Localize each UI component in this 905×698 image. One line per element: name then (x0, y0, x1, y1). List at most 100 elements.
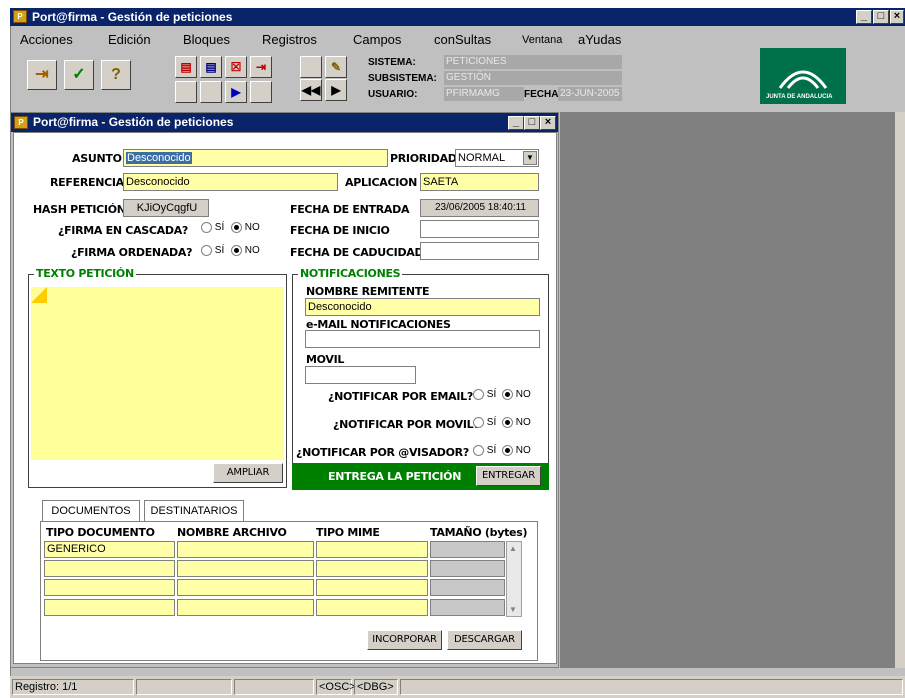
cascada-no-radio[interactable] (231, 222, 243, 233)
remitente-field[interactable]: Desconocido (305, 298, 540, 316)
notif-email-no-radio[interactable] (502, 389, 514, 400)
ordenada-si-label: SÍ (214, 245, 225, 257)
tab-documentos[interactable]: DOCUMENTOS (42, 500, 140, 522)
aplicacion-field[interactable]: SAETA (420, 173, 539, 191)
insert-record-icon[interactable]: ▤ (175, 56, 197, 78)
menu-edicion[interactable]: Edición (108, 32, 151, 47)
notif-email-si-radio[interactable] (473, 389, 484, 400)
window-title: Port@firma - Gestión de peticiones (32, 10, 233, 24)
ordenada-no-radio[interactable] (231, 245, 243, 256)
col-tamano: TAMAÑO (bytes) (430, 526, 528, 539)
ampliar-button[interactable]: AMPLIAR (213, 463, 283, 483)
menu-campos[interactable]: Campos (353, 32, 401, 47)
descargar-button[interactable]: DESCARGAR (447, 630, 522, 650)
close-button[interactable]: × (890, 10, 904, 24)
notif-movil-label: ¿NOTIFICAR POR MOVIL? (333, 418, 480, 431)
sistema-value: PETICIONES (444, 55, 622, 69)
app-icon[interactable]: P (13, 10, 27, 23)
prev-record-button[interactable] (200, 81, 222, 103)
entregar-button[interactable]: ENTREGAR (476, 466, 541, 486)
play-icon[interactable]: ▶ (225, 81, 247, 103)
next-block-icon[interactable]: ⇥ (250, 56, 272, 78)
table-cell[interactable]: GENERICO (44, 541, 175, 558)
table-cell[interactable] (316, 599, 428, 616)
menu-consultas[interactable]: conSultas (434, 32, 491, 47)
subsistema-value: GESTIÓN (444, 71, 622, 85)
forward-icon[interactable]: ▶ (325, 79, 347, 101)
notif-visador-radio-group: SÍ NO (473, 445, 531, 456)
rewind-icon[interactable]: ◀◀ (300, 79, 322, 101)
help-icon[interactable]: ? (101, 60, 131, 90)
texto-peticion-textarea[interactable] (31, 287, 284, 460)
movil-label: MOVIL (306, 353, 345, 366)
duplicate-record-icon[interactable]: ▤ (200, 56, 222, 78)
menu-ayudas[interactable]: aYudas (578, 32, 621, 47)
prioridad-select[interactable]: NORMAL ▼ (455, 149, 539, 167)
status-dbg: <DBG> (354, 679, 398, 695)
logo-text: JUNTA DE ANDALUCIA (766, 94, 833, 100)
movil-field[interactable] (305, 366, 416, 384)
accept-check-icon[interactable]: ✓ (64, 60, 94, 90)
fecha-caducidad-field[interactable] (420, 242, 539, 260)
blank-button[interactable] (300, 56, 322, 78)
menu-registros[interactable]: Registros (262, 32, 317, 47)
col-tipo-documento: TIPO DOCUMENTO (46, 526, 155, 539)
ordenada-si-radio[interactable] (201, 245, 212, 256)
inner-app-icon[interactable]: P (14, 116, 28, 129)
notif-movil-no-radio[interactable] (502, 417, 514, 428)
table-cell[interactable] (177, 541, 314, 558)
first-record-button[interactable] (175, 81, 197, 103)
junta-logo: JUNTA DE ANDALUCIA (760, 48, 846, 104)
edit-pencil-icon[interactable]: ✎ (325, 56, 347, 78)
inner-close-button[interactable]: × (540, 116, 556, 130)
menu-ventana[interactable]: Ventana (522, 34, 562, 46)
notif-movil-si-label: SÍ (486, 417, 497, 429)
table-cell[interactable] (177, 579, 314, 596)
inner-titlebar[interactable]: Port@firma - Gestión de peticiones (11, 113, 558, 132)
table-cell[interactable] (44, 599, 175, 616)
notif-visador-si-radio[interactable] (473, 445, 484, 456)
notif-movil-radio-group: SÍ NO (473, 417, 531, 428)
notif-visador-no-radio[interactable] (502, 445, 514, 456)
table-cell[interactable] (44, 560, 175, 577)
table-cell[interactable] (177, 599, 314, 616)
fecha-caducidad-label: FECHA DE CADUCIDAD (290, 246, 424, 259)
table-cell[interactable] (316, 560, 428, 577)
vertical-scrollbar[interactable] (895, 112, 905, 668)
minimize-button[interactable]: _ (856, 10, 872, 24)
inner-minimize-button[interactable]: _ (508, 116, 524, 130)
last-record-button[interactable] (250, 81, 272, 103)
subsistema-label: SUBSISTEMA: (368, 73, 437, 84)
table-cell[interactable] (44, 579, 175, 596)
cascada-label: ¿FIRMA EN CASCADA? (58, 224, 189, 237)
scroll-up-icon[interactable]: ▲ (509, 544, 517, 553)
incorporar-button[interactable]: INCORPORAR (367, 630, 442, 650)
ordenada-label: ¿FIRMA ORDENADA? (71, 246, 193, 259)
scroll-down-icon[interactable]: ▼ (509, 605, 517, 614)
asunto-field[interactable]: Desconocido (123, 149, 388, 167)
table-cell[interactable] (316, 541, 428, 558)
fecha-inicio-field[interactable] (420, 220, 539, 238)
notif-movil-si-radio[interactable] (473, 417, 484, 428)
referencia-field[interactable]: Desconocido (123, 173, 338, 191)
menu-acciones[interactable]: Acciones (20, 32, 73, 47)
usuario-label: USUARIO: (368, 89, 418, 100)
tab-destinatarios[interactable]: DESTINATARIOS (144, 500, 244, 521)
cascada-si-radio[interactable] (201, 222, 212, 233)
exit-icon[interactable]: ⇥ (27, 60, 57, 90)
window-titlebar[interactable]: Port@firma - Gestión de peticiones (10, 8, 905, 26)
table-cell[interactable] (316, 579, 428, 596)
email-field[interactable] (305, 330, 540, 348)
aplicacion-label: APLICACION (345, 176, 417, 189)
inner-maximize-button[interactable]: □ (524, 116, 540, 130)
hash-label: HASH PETICIÓN (33, 203, 126, 216)
delete-record-icon[interactable]: ☒ (225, 56, 247, 78)
table-scrollbar[interactable]: ▲ ▼ (506, 541, 522, 617)
maximize-button[interactable]: □ (873, 10, 889, 24)
mdi-background (560, 112, 895, 668)
table-cell[interactable] (177, 560, 314, 577)
ordenada-radio-group: SÍ NO (201, 245, 260, 256)
menu-bloques[interactable]: Bloques (183, 32, 230, 47)
chevron-down-icon[interactable]: ▼ (523, 151, 537, 165)
table-cell (430, 541, 505, 558)
